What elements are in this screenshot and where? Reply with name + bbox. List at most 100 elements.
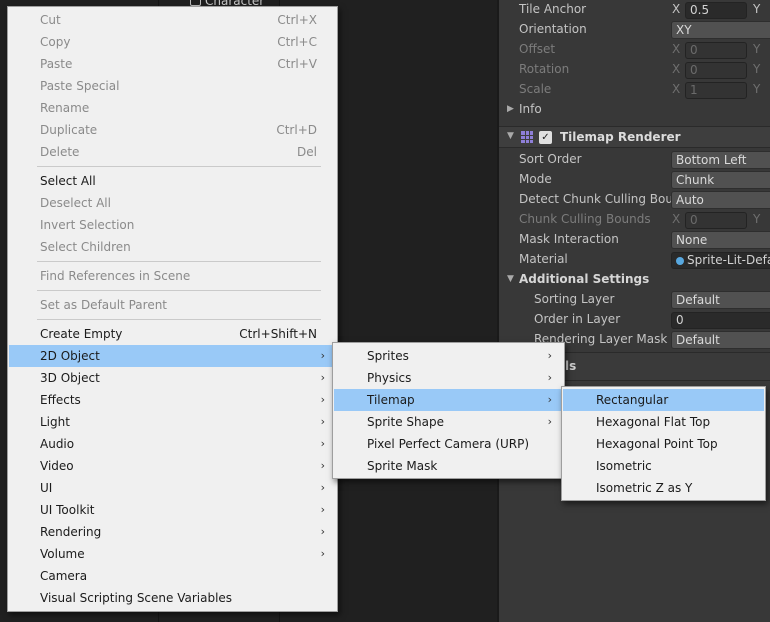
menu-separator (37, 319, 321, 320)
menu-item-camera[interactable]: Camera (9, 565, 336, 587)
menu-item-label: Sprites (367, 349, 409, 363)
menu-item-deselect-all[interactable]: Deselect All (9, 192, 336, 214)
menu-item-audio[interactable]: Audio › (9, 433, 336, 455)
menu-item-copy[interactable]: Copy Ctrl+C (9, 31, 336, 53)
menu-item-ui-toolkit[interactable]: UI Toolkit › (9, 499, 336, 521)
sorting-layer-dropdown[interactable]: Default (671, 291, 770, 309)
chunk-culling-bounds-x-field: 0 (685, 212, 747, 229)
additional-settings-foldout[interactable]: ▼ Additional Settings (499, 270, 770, 290)
mode-dropdown[interactable]: Chunk (671, 171, 770, 189)
menu-item-effects[interactable]: Effects › (9, 389, 336, 411)
sort-order-dropdown[interactable]: Bottom Left (671, 151, 770, 169)
menu-item-volume[interactable]: Volume › (9, 543, 336, 565)
menu-item-rendering[interactable]: Rendering › (9, 521, 336, 543)
menu-item-find-references[interactable]: Find References in Scene (9, 265, 336, 287)
menu-item-label: Volume (40, 547, 85, 561)
order-in-layer-field[interactable]: 0 (671, 312, 770, 329)
tile-anchor-row: Tile Anchor X 0.5 Y (499, 0, 770, 20)
tile-anchor-x-field[interactable]: 0.5 (685, 2, 747, 19)
menu-item-tilemap[interactable]: Tilemap › (334, 389, 563, 411)
scale-label: Scale (519, 82, 552, 96)
menu-item-create-empty[interactable]: Create Empty Ctrl+Shift+N (9, 323, 336, 345)
menu-item-sprites[interactable]: Sprites › (334, 345, 563, 367)
rotation-row: Rotation X 0 Y (499, 60, 770, 80)
menu-item-light[interactable]: Light › (9, 411, 336, 433)
chunk-culling-bounds-row: Chunk Culling Bounds X 0 Y (499, 210, 770, 230)
menu-item-2d-object[interactable]: 2D Object › (9, 345, 336, 367)
menu-item-sprite-shape[interactable]: Sprite Shape › (334, 411, 563, 433)
menu-item-physics[interactable]: Physics › (334, 367, 563, 389)
submenu-arrow-icon: › (320, 349, 325, 362)
offset-label: Offset (519, 42, 556, 56)
orientation-label: Orientation (519, 22, 587, 36)
menu-item-hexagonal-point-top[interactable]: Hexagonal Point Top (563, 433, 764, 455)
menu-item-select-all[interactable]: Select All (9, 170, 336, 192)
sort-order-label: Sort Order (519, 152, 582, 166)
tilemap-submenu: Rectangular Hexagonal Flat Top Hexagonal… (561, 386, 766, 501)
menu-item-label: Select Children (40, 240, 131, 254)
info-label: Info (519, 102, 542, 116)
menu-item-label: Invert Selection (40, 218, 135, 232)
offset-x-field: 0 (685, 42, 747, 59)
menu-item-invert-selection[interactable]: Invert Selection (9, 214, 336, 236)
menu-item-visual-scripting-scene-variables[interactable]: Visual Scripting Scene Variables (9, 587, 336, 609)
menu-item-paste[interactable]: Paste Ctrl+V (9, 53, 336, 75)
menu-item-label: Light (40, 415, 70, 429)
material-field[interactable]: Sprite-Lit-Defa (671, 252, 770, 269)
menu-item-label: Sprite Shape (367, 415, 444, 429)
y-label: Y (753, 2, 761, 16)
menu-item-ui[interactable]: UI › (9, 477, 336, 499)
submenu-arrow-icon: › (320, 415, 325, 428)
menu-item-delete[interactable]: Delete Del (9, 141, 336, 163)
offset-row: Offset X 0 Y (499, 40, 770, 60)
menu-item-label: 2D Object (40, 349, 100, 363)
menu-item-set-default-parent[interactable]: Set as Default Parent (9, 294, 336, 316)
submenu-arrow-icon: › (547, 393, 552, 406)
submenu-arrow-icon: › (320, 547, 325, 560)
mask-interaction-dropdown[interactable]: None (671, 231, 770, 249)
menu-item-video[interactable]: Video › (9, 455, 336, 477)
foldout-arrow-icon: ▶ (507, 104, 514, 114)
menu-item-3d-object[interactable]: 3D Object › (9, 367, 336, 389)
x-label: X (672, 2, 681, 16)
orientation-row: Orientation XY (499, 20, 770, 40)
rendering-layer-mask-dropdown[interactable]: Default (671, 331, 770, 349)
order-in-layer-label: Order in Layer (534, 312, 621, 326)
mask-interaction-label: Mask Interaction (519, 232, 619, 246)
menu-item-label: Duplicate (40, 123, 98, 137)
menu-item-select-children[interactable]: Select Children (9, 236, 336, 258)
scale-row: Scale X 1 Y (499, 80, 770, 100)
submenu-arrow-icon: › (320, 525, 325, 538)
menu-item-label: 3D Object (40, 371, 100, 385)
info-foldout[interactable]: ▶ Info (499, 100, 770, 120)
submenu-arrow-icon: › (547, 371, 552, 384)
2d-object-submenu: Sprites › Physics › Tilemap › Sprite Shape ›… (332, 342, 565, 479)
mode-row: Mode Chunk (499, 170, 770, 190)
menu-item-pixel-perfect-camera[interactable]: Pixel Perfect Camera (URP) (334, 433, 563, 455)
orientation-dropdown[interactable]: XY (671, 21, 770, 39)
tilemap-renderer-header[interactable]: ▼ ✓ Tilemap Renderer (499, 126, 770, 148)
menu-item-isometric[interactable]: Isometric (563, 455, 764, 477)
scale-x-field: 1 (685, 82, 747, 99)
menu-item-isometric-z-as-y[interactable]: Isometric Z as Y (563, 477, 764, 499)
x-label: X (672, 42, 681, 56)
y-label: Y (753, 82, 761, 96)
menu-item-shortcut: Ctrl+D (276, 123, 317, 137)
enabled-checkbox[interactable]: ✓ (539, 131, 552, 144)
menu-item-sprite-mask[interactable]: Sprite Mask (334, 455, 563, 477)
material-row: Material Sprite-Lit-Defa (499, 250, 770, 270)
menu-item-label: Tilemap (367, 393, 415, 407)
menu-item-duplicate[interactable]: Duplicate Ctrl+D (9, 119, 336, 141)
mask-interaction-row: Mask Interaction None (499, 230, 770, 250)
tile-anchor-label: Tile Anchor (519, 2, 587, 16)
y-label: Y (753, 62, 761, 76)
menu-item-hexagonal-flat-top[interactable]: Hexagonal Flat Top (563, 411, 764, 433)
menu-item-cut[interactable]: Cut Ctrl+X (9, 9, 336, 31)
menu-item-label: Pixel Perfect Camera (URP) (367, 437, 530, 451)
menu-item-rectangular[interactable]: Rectangular (563, 389, 764, 411)
menu-item-paste-special[interactable]: Paste Special (9, 75, 336, 97)
menu-item-rename[interactable]: Rename (9, 97, 336, 119)
menu-item-label: Isometric (596, 459, 652, 473)
detect-culling-dropdown[interactable]: Auto (671, 191, 770, 209)
menu-item-label: UI (40, 481, 53, 495)
